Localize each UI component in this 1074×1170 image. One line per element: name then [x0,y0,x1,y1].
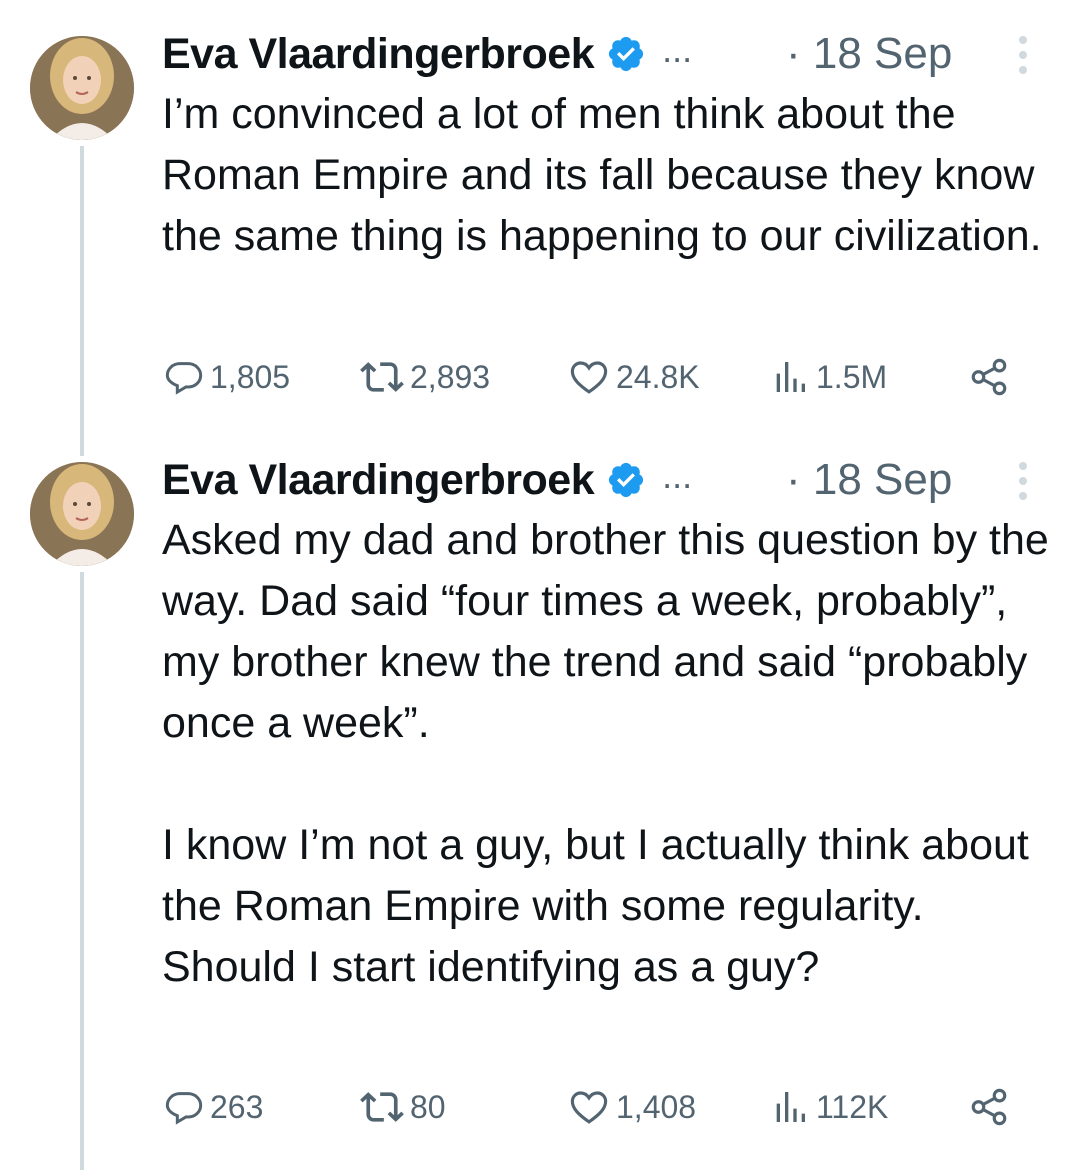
reply-count: 1,805 [210,358,291,395]
views-icon [770,357,810,397]
name-truncation: ... [662,29,693,70]
like-count: 24.8K [616,358,700,395]
views-button[interactable]: 1.5M [770,352,887,402]
tweet-header: Eva Vlaardingerbroek ... [162,450,692,510]
tweet-paragraph: Asked my dad and brother this question b… [162,516,1061,747]
share-button[interactable] [968,1082,1010,1132]
retweet-icon [360,1085,404,1129]
action-bar: 1,805 2,893 24.8K 1.5M [0,352,1074,402]
views-button[interactable]: 112K [770,1082,888,1132]
tweet-text: I’m convinced a lot of men think about t… [162,84,1062,267]
share-icon [968,356,1010,398]
thread-line [80,572,84,1170]
name-truncation: ... [662,455,693,496]
reply-icon [164,1087,204,1127]
share-button[interactable] [968,352,1010,402]
retweet-button[interactable]: 80 [360,1082,446,1132]
verified-badge-icon [606,34,646,74]
retweet-button[interactable]: 2,893 [360,352,490,402]
tweet-text: Asked my dad and brother this question b… [162,510,1062,998]
more-options-icon[interactable] [1010,30,1036,80]
retweet-count: 80 [410,1088,446,1125]
avatar[interactable] [30,36,134,140]
views-icon [770,1087,810,1127]
action-bar: 263 80 1,408 112K [0,1082,1074,1132]
reply-button[interactable]: 263 [164,1082,263,1132]
like-button[interactable]: 1,408 [568,1082,696,1132]
reply-icon [164,357,204,397]
verified-badge-icon [606,460,646,500]
reply-count: 263 [210,1088,264,1125]
timestamp[interactable]: · 18 Sep [786,24,952,84]
tweet-paragraph: I know I’m not a guy, but I actually thi… [162,821,1041,991]
retweet-icon [360,355,404,399]
timestamp[interactable]: · 18 Sep [786,450,952,510]
reply-button[interactable]: 1,805 [164,352,290,402]
like-icon [568,1086,610,1128]
tweet-header: Eva Vlaardingerbroek ... [162,24,692,84]
author-name[interactable]: Eva Vlaardingerbroek [162,456,595,505]
like-icon [568,356,610,398]
thread-line [80,146,84,456]
avatar[interactable] [30,462,134,566]
tweet-paragraph: I’m convinced a lot of men think about t… [162,90,1047,260]
author-name[interactable]: Eva Vlaardingerbroek [162,30,595,79]
views-count: 112K [816,1088,889,1125]
share-icon [968,1086,1010,1128]
views-count: 1.5M [816,358,888,395]
like-count: 1,408 [616,1088,697,1125]
like-button[interactable]: 24.8K [568,352,700,402]
more-options-icon[interactable] [1010,456,1036,506]
retweet-count: 2,893 [410,358,491,395]
